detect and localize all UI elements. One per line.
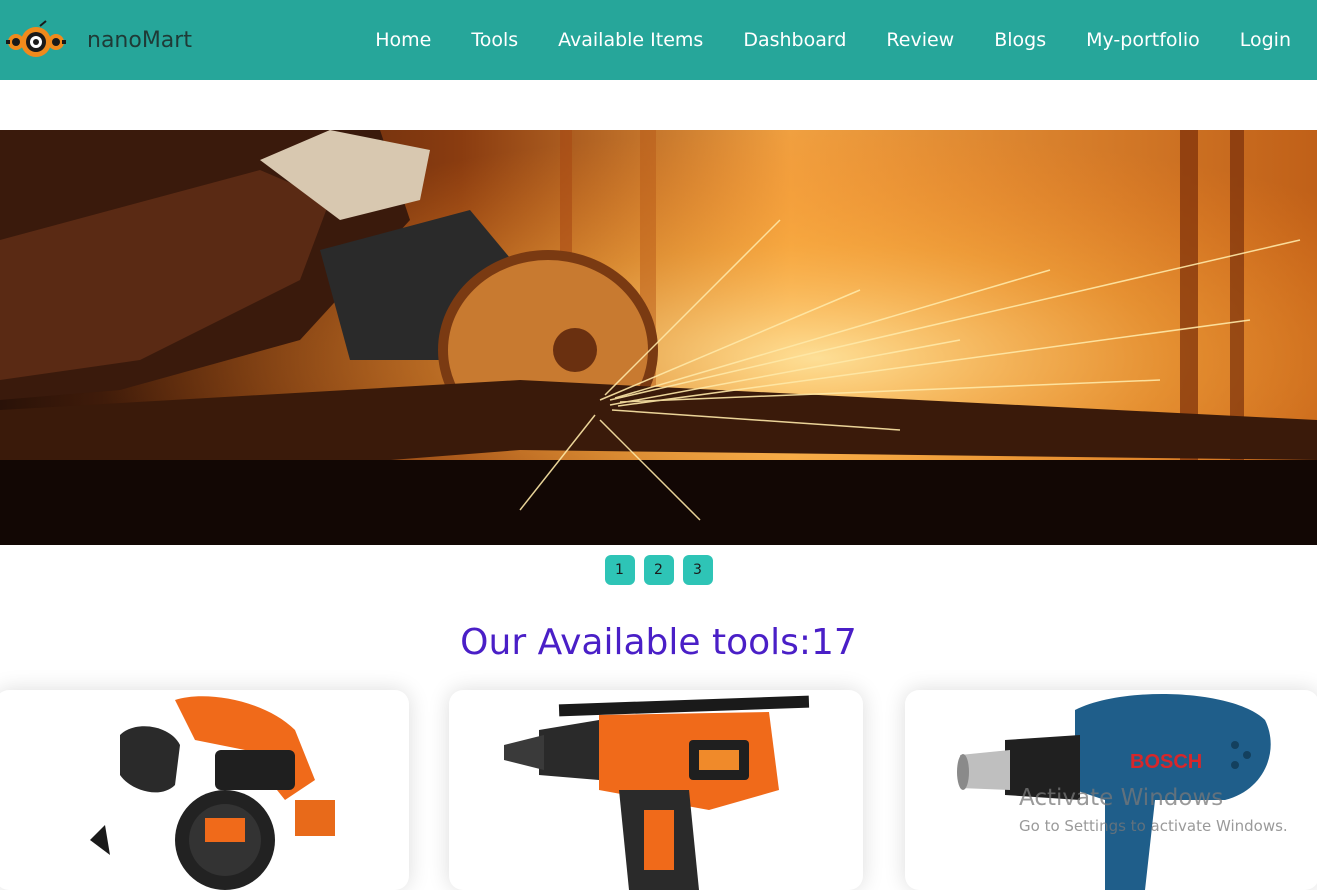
carousel-page-3-button[interactable]: 3 bbox=[682, 555, 713, 585]
available-tools-heading-label: Our Available tools: bbox=[460, 622, 812, 663]
nav-link-review[interactable]: Review bbox=[886, 29, 954, 51]
nav-link-tools[interactable]: Tools bbox=[471, 29, 518, 51]
available-tools-heading: Our Available tools:17 bbox=[0, 622, 1317, 663]
nav-link-home[interactable]: Home bbox=[375, 29, 431, 51]
brand-name[interactable]: nanoMart bbox=[87, 28, 192, 53]
bosch-heat-gun-photo: BOSCH bbox=[957, 693, 1271, 890]
black-decker-circular-saw-photo bbox=[90, 696, 335, 890]
black-decker-hammer-drill-photo bbox=[504, 695, 810, 890]
nav-link-blogs[interactable]: Blogs bbox=[994, 29, 1046, 51]
tool-card[interactable]: BOSCH bbox=[905, 690, 1317, 890]
svg-text:BOSCH: BOSCH bbox=[1130, 751, 1202, 773]
nav-link-dashboard[interactable]: Dashboard bbox=[743, 29, 846, 51]
available-tools-count: 17 bbox=[811, 622, 857, 663]
tool-card[interactable] bbox=[449, 690, 863, 890]
angle-grinder-sparks-photo bbox=[0, 130, 1317, 545]
tool-card[interactable] bbox=[0, 690, 409, 890]
hero-carousel-slide bbox=[0, 130, 1317, 545]
main-nav: Home Tools Available Items Dashboard Rev… bbox=[375, 0, 1291, 80]
carousel-pagination: 1 2 3 bbox=[0, 555, 1317, 585]
nav-link-login[interactable]: Login bbox=[1240, 29, 1291, 51]
carousel-page-2-button[interactable]: 2 bbox=[643, 555, 674, 585]
nav-link-available-items[interactable]: Available Items bbox=[558, 29, 703, 51]
gear-eye-logo-icon bbox=[6, 20, 66, 57]
nav-link-portfolio[interactable]: My-portfolio bbox=[1086, 29, 1200, 51]
brand[interactable]: nanoMart bbox=[4, 20, 192, 60]
navbar: nanoMart Home Tools Available Items Dash… bbox=[0, 0, 1317, 80]
carousel-page-1-button[interactable]: 1 bbox=[604, 555, 635, 585]
